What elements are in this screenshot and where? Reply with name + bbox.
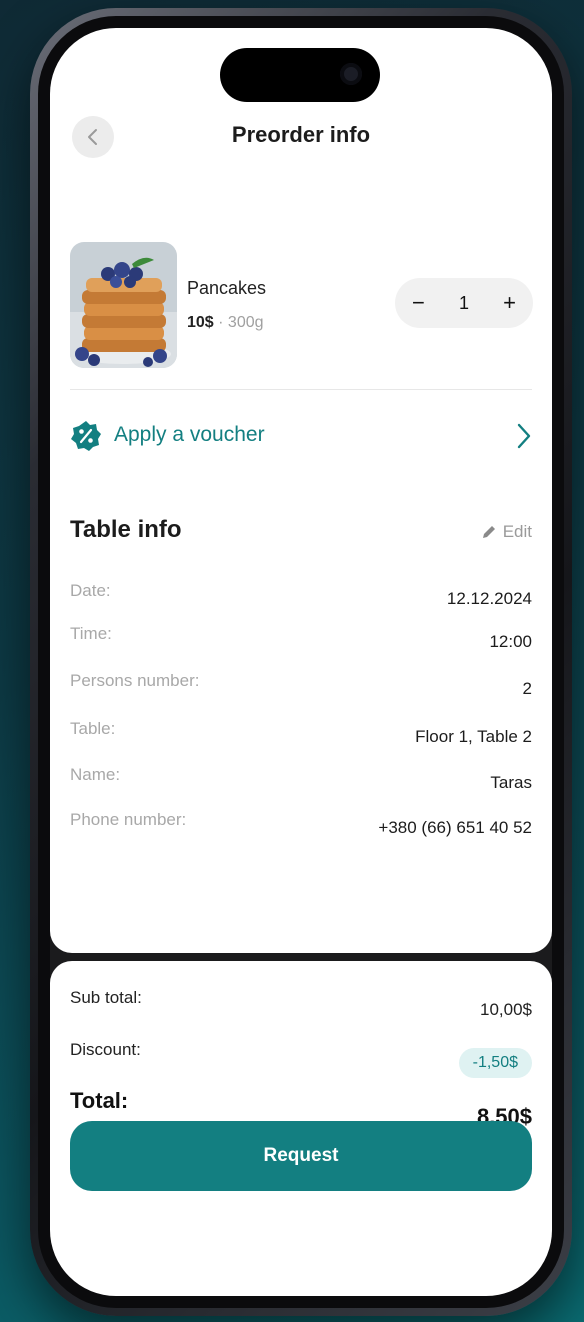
chevron-right-icon — [517, 423, 531, 449]
info-label: Persons number: — [70, 671, 200, 690]
percent-badge-icon — [71, 421, 101, 451]
preorder-card: Preorder info Pancakes 10$ · 300g − 1 + … — [50, 28, 552, 953]
edit-label: Edit — [502, 522, 532, 541]
page-title: Preorder info — [231, 122, 371, 147]
request-button[interactable]: Request — [70, 1121, 532, 1191]
table-info-title: Table info — [70, 516, 182, 543]
info-label: Phone number: — [70, 810, 187, 829]
info-value: Taras — [490, 773, 532, 792]
item-weight: 300g — [227, 314, 264, 331]
quantity-value: 1 — [458, 292, 469, 313]
divider — [70, 389, 532, 390]
dynamic-island — [220, 48, 380, 102]
camera-icon — [340, 63, 362, 85]
info-value: 12.12.2024 — [446, 589, 532, 608]
edit-button[interactable]: Edit — [481, 522, 532, 542]
apply-voucher-row[interactable]: Apply a voucher — [70, 418, 532, 458]
info-label: Name: — [70, 765, 121, 784]
subtotal-row: Sub total: 10,00$ — [70, 988, 532, 1028]
info-label: Time: — [70, 624, 112, 643]
info-label: Date: — [70, 581, 111, 600]
item-price: 10$ — [187, 314, 214, 331]
quantity-stepper: − 1 + — [395, 278, 533, 328]
info-value: 12:00 — [489, 632, 532, 651]
increase-button[interactable]: + — [503, 290, 516, 316]
discount-label: Discount: — [70, 1040, 141, 1059]
phone-screen: Preorder info Pancakes 10$ · 300g − 1 + … — [50, 28, 552, 1296]
info-row-table: Table: Floor 1, Table 2 — [70, 719, 532, 746]
info-label: Table: — [70, 719, 116, 738]
item-name: Pancakes — [187, 278, 267, 298]
info-row-persons: Persons number: 2 — [70, 671, 532, 698]
info-value: 2 — [522, 679, 532, 698]
info-value: +380 (66) 651 40 52 — [378, 818, 532, 837]
total-label: Total: — [70, 1088, 129, 1113]
pencil-icon — [482, 526, 495, 538]
discount-row: Discount: -1,50$ — [70, 1040, 532, 1084]
price-separator: · — [213, 314, 228, 331]
info-row-time: Time: 12:00 — [70, 624, 532, 651]
pancakes-image — [70, 242, 177, 368]
info-row-phone: Phone number: +380 (66) 651 40 52 — [70, 810, 532, 837]
info-value: Floor 1, Table 2 — [415, 727, 532, 746]
subtotal-label: Sub total: — [70, 988, 142, 1007]
subtotal-value: 10,00$ — [480, 1000, 532, 1019]
apply-voucher-label: Apply a voucher — [114, 423, 265, 446]
decrease-button[interactable]: − — [412, 290, 425, 316]
discount-badge: -1,50$ — [458, 1048, 532, 1078]
info-row-name: Name: Taras — [70, 765, 532, 792]
info-row-date: Date: 12.12.2024 — [70, 581, 532, 608]
item-price-weight: 10$ · 300g — [187, 314, 264, 332]
